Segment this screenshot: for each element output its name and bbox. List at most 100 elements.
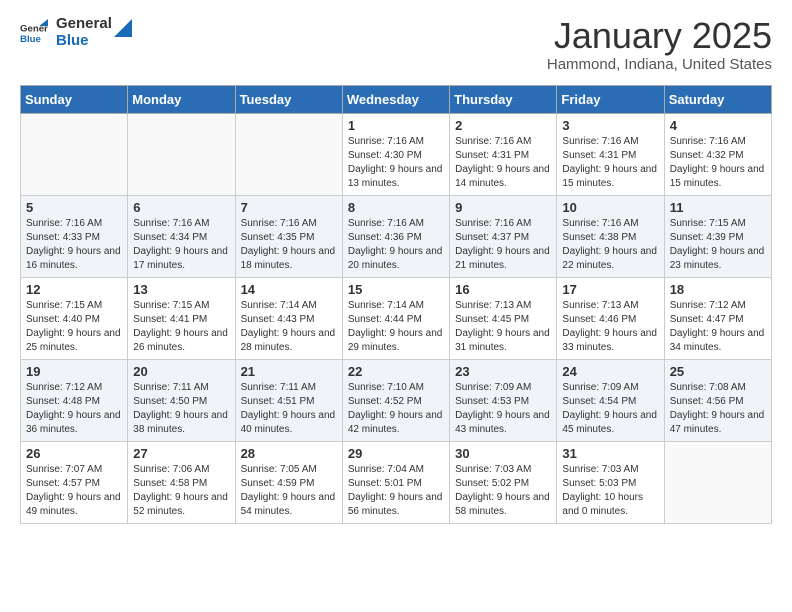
day-number: 10: [562, 200, 658, 215]
day-info: Sunrise: 7:03 AMSunset: 5:03 PMDaylight:…: [562, 463, 658, 519]
logo-general-text: General: [56, 16, 112, 33]
calendar-cell: 13Sunrise: 7:15 AMSunset: 4:41 PMDayligh…: [128, 277, 235, 359]
day-number: 1: [348, 118, 444, 133]
day-info: Sunrise: 7:13 AMSunset: 4:46 PMDaylight:…: [562, 299, 658, 355]
day-number: 17: [562, 282, 658, 297]
logo-blue-text: Blue: [56, 33, 112, 50]
day-info: Sunrise: 7:09 AMSunset: 4:54 PMDaylight:…: [562, 381, 658, 437]
calendar-cell: 29 Sunrise: 7:04 AMSunset: 5:01 PMDayligh…: [342, 441, 449, 523]
calendar-cell: 24 Sunrise: 7:09 AMSunset: 4:54 PMDayligh…: [557, 359, 664, 441]
day-info: Sunrise: 7:11 AMSunset: 4:50 PMDaylight:…: [133, 381, 229, 437]
calendar-cell: 3Sunrise: 7:16 AMSunset: 4:31 PMDaylight…: [557, 113, 664, 195]
day-number: 18: [670, 282, 766, 297]
day-number: 29: [348, 446, 444, 461]
day-number: 15: [348, 282, 444, 297]
calendar-cell: 1 Sunrise: 7:16 AMSunset: 4:30 PMDaylight…: [342, 113, 449, 195]
day-of-week-header: Wednesday: [342, 85, 449, 113]
day-info: Sunrise: 7:16 AMSunset: 4:36 PMDaylight:…: [348, 217, 444, 273]
calendar-cell: 2Sunrise: 7:16 AMSunset: 4:31 PMDaylight…: [450, 113, 557, 195]
calendar-cell: 10 Sunrise: 7:16 AMSunset: 4:38 PMDayligh…: [557, 195, 664, 277]
day-info: Sunrise: 7:16 AMSunset: 4:32 PMDaylight:…: [670, 135, 766, 191]
day-info: Sunrise: 7:10 AMSunset: 4:52 PMDaylight:…: [348, 381, 444, 437]
calendar-week-row: 19 Sunrise: 7:12 AMSunset: 4:48 PMDayligh…: [21, 359, 772, 441]
logo: General Blue General Blue: [20, 16, 132, 49]
day-number: 24: [562, 364, 658, 379]
day-number: 19: [26, 364, 122, 379]
day-info: Sunrise: 7:16 AMSunset: 4:31 PMDaylight:…: [455, 135, 551, 191]
day-number: 5: [26, 200, 122, 215]
calendar-cell: 18 Sunrise: 7:12 AMSunset: 4:47 PMDayligh…: [664, 277, 771, 359]
day-number: 31: [562, 446, 658, 461]
day-number: 20: [133, 364, 229, 379]
day-of-week-header: Tuesday: [235, 85, 342, 113]
day-number: 22: [348, 364, 444, 379]
calendar-week-row: 5 Sunrise: 7:16 AMSunset: 4:33 PMDaylight…: [21, 195, 772, 277]
calendar-cell: 16 Sunrise: 7:13 AMSunset: 4:45 PMDayligh…: [450, 277, 557, 359]
day-of-week-header: Thursday: [450, 85, 557, 113]
day-number: 23: [455, 364, 551, 379]
day-number: 3: [562, 118, 658, 133]
calendar-cell: 28Sunrise: 7:05 AMSunset: 4:59 PMDayligh…: [235, 441, 342, 523]
day-of-week-header: Saturday: [664, 85, 771, 113]
day-number: 26: [26, 446, 122, 461]
day-number: 4: [670, 118, 766, 133]
calendar-cell: 5 Sunrise: 7:16 AMSunset: 4:33 PMDaylight…: [21, 195, 128, 277]
calendar-cell: 19 Sunrise: 7:12 AMSunset: 4:48 PMDayligh…: [21, 359, 128, 441]
calendar-header-row: SundayMondayTuesdayWednesdayThursdayFrid…: [21, 85, 772, 113]
calendar-cell: 25Sunrise: 7:08 AMSunset: 4:56 PMDayligh…: [664, 359, 771, 441]
logo-icon: General Blue: [20, 19, 48, 47]
calendar-cell: 21 Sunrise: 7:11 AMSunset: 4:51 PMDayligh…: [235, 359, 342, 441]
day-info: Sunrise: 7:05 AMSunset: 4:59 PMDaylight:…: [241, 463, 337, 519]
day-number: 25: [670, 364, 766, 379]
day-info: Sunrise: 7:16 AMSunset: 4:34 PMDaylight:…: [133, 217, 229, 273]
calendar-cell: [664, 441, 771, 523]
title-block: January 2025 Hammond, Indiana, United St…: [547, 16, 772, 73]
month-title: January 2025: [547, 16, 772, 56]
calendar-cell: 22 Sunrise: 7:10 AMSunset: 4:52 PMDayligh…: [342, 359, 449, 441]
calendar-cell: 9Sunrise: 7:16 AMSunset: 4:37 PMDaylight…: [450, 195, 557, 277]
calendar-cell: [128, 113, 235, 195]
day-info: Sunrise: 7:03 AMSunset: 5:02 PMDaylight:…: [455, 463, 551, 519]
calendar-cell: 8Sunrise: 7:16 AMSunset: 4:36 PMDaylight…: [342, 195, 449, 277]
calendar-week-row: 26 Sunrise: 7:07 AMSunset: 4:57 PMDayligh…: [21, 441, 772, 523]
day-info: Sunrise: 7:06 AMSunset: 4:58 PMDaylight:…: [133, 463, 229, 519]
calendar-cell: 11 Sunrise: 7:15 AMSunset: 4:39 PMDayligh…: [664, 195, 771, 277]
day-info: Sunrise: 7:14 AMSunset: 4:43 PMDaylight:…: [241, 299, 337, 355]
day-number: 11: [670, 200, 766, 215]
calendar-cell: 31 Sunrise: 7:03 AMSunset: 5:03 PMDayligh…: [557, 441, 664, 523]
calendar-cell: 20 Sunrise: 7:11 AMSunset: 4:50 PMDayligh…: [128, 359, 235, 441]
day-info: Sunrise: 7:09 AMSunset: 4:53 PMDaylight:…: [455, 381, 551, 437]
calendar-cell: [235, 113, 342, 195]
day-info: Sunrise: 7:14 AMSunset: 4:44 PMDaylight:…: [348, 299, 444, 355]
day-number: 12: [26, 282, 122, 297]
calendar-cell: 23 Sunrise: 7:09 AMSunset: 4:53 PMDayligh…: [450, 359, 557, 441]
day-info: Sunrise: 7:16 AMSunset: 4:30 PMDaylight:…: [348, 135, 444, 191]
calendar-cell: 15 Sunrise: 7:14 AMSunset: 4:44 PMDayligh…: [342, 277, 449, 359]
day-info: Sunrise: 7:13 AMSunset: 4:45 PMDaylight:…: [455, 299, 551, 355]
day-number: 16: [455, 282, 551, 297]
calendar-cell: 17 Sunrise: 7:13 AMSunset: 4:46 PMDayligh…: [557, 277, 664, 359]
calendar-cell: 6 Sunrise: 7:16 AMSunset: 4:34 PMDaylight…: [128, 195, 235, 277]
day-number: 7: [241, 200, 337, 215]
logo-arrow-icon: [114, 19, 132, 37]
day-info: Sunrise: 7:16 AMSunset: 4:33 PMDaylight:…: [26, 217, 122, 273]
day-info: Sunrise: 7:16 AMSunset: 4:37 PMDaylight:…: [455, 217, 551, 273]
day-info: Sunrise: 7:11 AMSunset: 4:51 PMDaylight:…: [241, 381, 337, 437]
calendar-cell: 26 Sunrise: 7:07 AMSunset: 4:57 PMDayligh…: [21, 441, 128, 523]
calendar-cell: [21, 113, 128, 195]
day-of-week-header: Sunday: [21, 85, 128, 113]
calendar-cell: 27Sunrise: 7:06 AMSunset: 4:58 PMDayligh…: [128, 441, 235, 523]
day-info: Sunrise: 7:16 AMSunset: 4:35 PMDaylight:…: [241, 217, 337, 273]
day-number: 6: [133, 200, 229, 215]
day-info: Sunrise: 7:07 AMSunset: 4:57 PMDaylight:…: [26, 463, 122, 519]
day-info: Sunrise: 7:15 AMSunset: 4:39 PMDaylight:…: [670, 217, 766, 273]
day-info: Sunrise: 7:12 AMSunset: 4:48 PMDaylight:…: [26, 381, 122, 437]
day-number: 21: [241, 364, 337, 379]
calendar-cell: 12Sunrise: 7:15 AMSunset: 4:40 PMDayligh…: [21, 277, 128, 359]
location: Hammond, Indiana, United States: [547, 56, 772, 73]
day-info: Sunrise: 7:16 AMSunset: 4:38 PMDaylight:…: [562, 217, 658, 273]
day-info: Sunrise: 7:15 AMSunset: 4:41 PMDaylight:…: [133, 299, 229, 355]
day-info: Sunrise: 7:04 AMSunset: 5:01 PMDaylight:…: [348, 463, 444, 519]
day-info: Sunrise: 7:12 AMSunset: 4:47 PMDaylight:…: [670, 299, 766, 355]
calendar: SundayMondayTuesdayWednesdayThursdayFrid…: [20, 85, 772, 524]
